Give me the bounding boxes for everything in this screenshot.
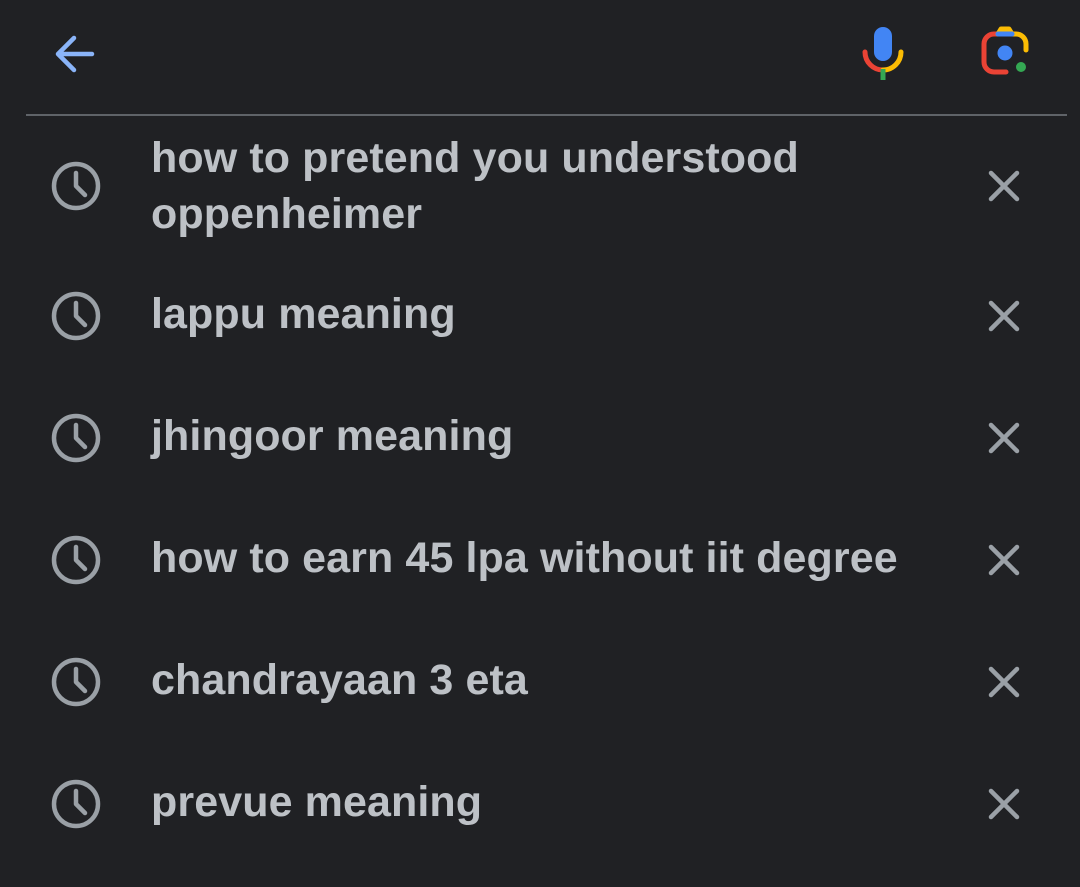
history-clock-icon xyxy=(51,161,101,211)
history-item-label: prevue meaning xyxy=(151,778,483,826)
close-icon xyxy=(988,170,1020,202)
history-item-label: jhingoor meaning xyxy=(151,412,514,460)
google-lens-button[interactable] xyxy=(974,22,1036,84)
back-button[interactable] xyxy=(44,24,104,84)
close-icon xyxy=(988,666,1020,698)
history-item-label: lappu meaning xyxy=(151,290,456,338)
microphone-icon xyxy=(862,27,904,80)
history-item-label: how to earn 45 lpa without iit degree xyxy=(151,534,898,582)
close-icon xyxy=(988,422,1020,454)
history-item[interactable]: how to pretend you understood oppenheime… xyxy=(0,130,1080,244)
remove-history-button[interactable] xyxy=(972,772,1036,836)
history-item[interactable]: lappu meaning xyxy=(0,286,1080,346)
close-icon xyxy=(988,788,1020,820)
remove-history-button[interactable] xyxy=(972,154,1036,218)
remove-history-button[interactable] xyxy=(972,284,1036,348)
history-clock-icon xyxy=(51,779,101,829)
history-item[interactable]: prevue meaning xyxy=(0,774,1080,834)
history-item[interactable]: how to earn 45 lpa without iit degree xyxy=(0,530,1080,590)
close-icon xyxy=(988,300,1020,332)
history-clock-icon xyxy=(51,535,101,585)
remove-history-button[interactable] xyxy=(972,650,1036,714)
history-item[interactable]: jhingoor meaning xyxy=(0,408,1080,468)
history-item-label: how to pretend you understood oppenheime… xyxy=(151,134,799,238)
history-clock-icon xyxy=(51,291,101,341)
history-clock-icon xyxy=(51,657,101,707)
history-clock-icon xyxy=(51,413,101,463)
remove-history-button[interactable] xyxy=(972,406,1036,470)
header-divider xyxy=(26,114,1067,116)
google-lens-icon xyxy=(981,26,1029,75)
history-item-label: chandrayaan 3 eta xyxy=(151,656,528,704)
arrow-left-icon xyxy=(55,35,95,73)
close-icon xyxy=(988,544,1020,576)
remove-history-button[interactable] xyxy=(972,528,1036,592)
search-header xyxy=(0,0,1080,114)
history-item[interactable]: chandrayaan 3 eta xyxy=(0,652,1080,712)
voice-search-button[interactable] xyxy=(852,22,914,84)
